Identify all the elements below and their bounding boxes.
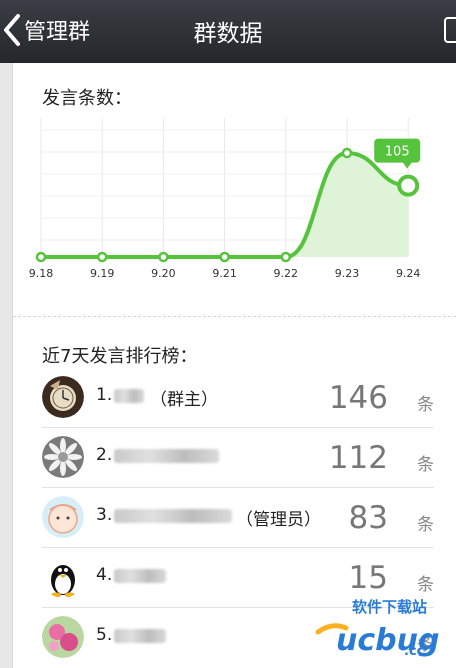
member-role: （群主） xyxy=(150,390,218,410)
avatar xyxy=(42,376,84,418)
tooltip-pointer xyxy=(402,161,413,169)
section-divider xyxy=(13,316,456,317)
member-role: （管理员） xyxy=(236,510,321,530)
x-tick-label: 9.21 xyxy=(212,267,237,280)
watermark-domain: .cc xyxy=(404,644,425,659)
avatar xyxy=(42,556,84,598)
rank-number: 4. xyxy=(96,565,113,585)
count-unit: 条 xyxy=(417,515,434,535)
message-count: 83 xyxy=(348,500,388,536)
data-point xyxy=(280,251,292,263)
message-count: 146 xyxy=(328,380,388,416)
member-name-blurred xyxy=(114,389,144,403)
ranking-row[interactable]: 2. 112 条 xyxy=(42,428,434,488)
watermark-text: 软件下载站 xyxy=(352,598,428,616)
tooltip-value: 105 xyxy=(385,145,410,160)
data-point xyxy=(35,251,47,263)
avatar xyxy=(42,496,84,538)
count-unit: 条 xyxy=(417,455,434,475)
x-tick-label: 9.23 xyxy=(335,267,360,280)
data-point xyxy=(341,147,353,159)
data-point xyxy=(158,251,169,263)
x-tick-label: 9.20 xyxy=(151,267,176,280)
ranking-row[interactable]: 1. （群主） 146 条 xyxy=(42,368,434,428)
x-tick-label: 9.18 xyxy=(29,267,54,280)
member-name-blurred xyxy=(114,629,166,643)
ranking-title: 近7天发言排行榜： xyxy=(42,346,198,367)
message-count: 15 xyxy=(348,560,388,596)
avatar xyxy=(42,436,84,478)
rank-number: 2. xyxy=(96,445,113,465)
rank-number: 3. xyxy=(96,505,113,525)
rank-number: 5. xyxy=(96,625,113,645)
data-point-selected xyxy=(397,174,420,197)
member-name-blurred xyxy=(114,449,219,463)
message-count: 112 xyxy=(328,440,388,476)
rank-number: 1. xyxy=(96,385,113,405)
count-unit: 条 xyxy=(417,395,434,415)
data-point xyxy=(96,251,108,263)
x-tick-label: 9.19 xyxy=(90,267,115,280)
member-name-blurred xyxy=(114,569,166,583)
message-count-chart: 9.18 9.19 9.20 9.21 9.22 9.23 9.24 105 xyxy=(29,118,421,280)
avatar xyxy=(42,616,84,658)
data-point xyxy=(219,251,230,263)
x-tick-label: 9.22 xyxy=(274,267,299,280)
x-tick-label: 9.24 xyxy=(396,267,421,280)
member-name-blurred xyxy=(114,509,232,523)
ranking-row[interactable]: 3. （管理员） 83 条 xyxy=(42,488,434,548)
